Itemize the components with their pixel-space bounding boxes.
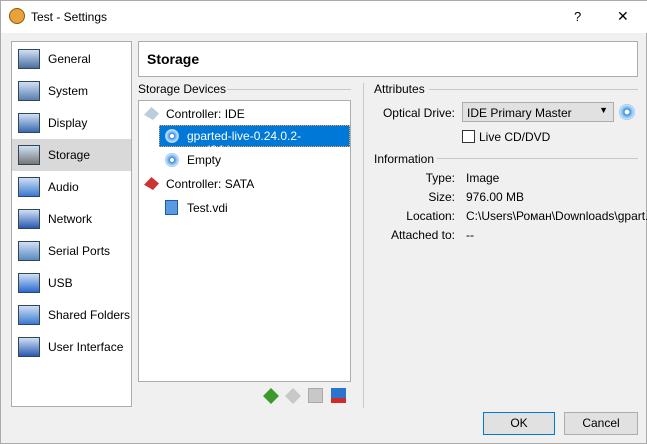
hard-disk-icon [165,200,178,215]
optical-drive-value: IDE Primary Master [467,106,572,120]
info-value: 976.00 MB [466,190,525,204]
optical-drive-label: Optical Drive: [382,106,455,120]
add-attachment-button[interactable] [263,388,279,404]
settings-sidebar: General System Display Storage Audio Network S… [11,41,132,407]
page-header: Storage [138,41,638,77]
sidebar-item-usb[interactable]: USB [12,267,131,299]
tree-item-label: Controller: SATA [166,177,255,191]
sidebar-item-audio[interactable]: Audio [12,171,131,203]
tree-item-label: Test.vdi [187,201,228,215]
sidebar-item-system[interactable]: System [12,75,131,107]
help-button[interactable]: ? [574,9,581,24]
info-key: Size: [428,190,455,204]
tree-item-label: Empty [187,153,222,167]
title-bar: Test - Settings ? ✕ [1,1,647,33]
info-value: Image [466,171,500,185]
controller-icon [144,177,159,190]
sidebar-item-label: Shared Folders [48,308,131,322]
sidebar-item-shared-folders[interactable]: Shared Folders [12,299,131,331]
storage-devices-label: Storage Devices [138,82,227,96]
storage-tree[interactable]: Controller: IDE gparted-live-0.24.0.2-amd… [138,100,351,382]
cancel-button[interactable]: Cancel [564,412,638,435]
sidebar-item-label: Network [48,212,93,226]
sidebar-item-label: Audio [48,180,79,194]
info-key: Type: [425,171,455,185]
controller-icon [144,107,159,120]
tree-item-label: Controller: IDE [166,107,245,121]
network-icon [18,209,40,229]
user-interface-icon [18,337,40,357]
general-icon [18,49,40,69]
attachment-item[interactable]: gparted-live-0.24.0.2-amd64.is... [139,125,350,157]
app-icon [9,8,25,24]
window-title: Test - Settings [31,10,108,24]
sidebar-item-general[interactable]: General [12,43,131,75]
controller-item[interactable]: Controller: IDE [139,103,350,125]
optical-disc-icon [165,129,179,143]
attachment-item[interactable]: Empty [139,149,350,171]
info-key: Location: [406,209,455,223]
sidebar-item-display[interactable]: Display [12,107,131,139]
serial-ports-icon [18,241,40,261]
optical-disc-icon [165,153,179,167]
info-value: C:\Users\Роман\Downloads\gpart... [466,209,647,223]
sidebar-item-label: Serial Ports [48,244,111,258]
chevron-down-icon: ▼ [599,105,608,115]
attachment-item[interactable]: Test.vdi [139,197,350,219]
sidebar-item-serial-ports[interactable]: Serial Ports [12,235,131,267]
sidebar-item-user-interface[interactable]: User Interface [12,331,131,363]
system-icon [18,81,40,101]
sidebar-item-label: General [48,52,91,66]
sidebar-item-label: USB [48,276,73,290]
sidebar-item-label: System [48,84,89,98]
remove-attachment-button[interactable] [285,388,301,404]
close-button[interactable]: ✕ [617,8,629,25]
add-disk-button[interactable] [308,388,323,403]
sidebar-item-storage[interactable]: Storage [12,139,131,171]
info-key: Attached to: [390,228,455,242]
audio-icon [18,177,40,197]
usb-icon [18,273,40,293]
remove-disk-button[interactable] [331,388,346,403]
information-label: Information [374,152,435,166]
page-title: Storage [147,51,200,67]
display-icon [18,113,40,133]
attributes-label: Attributes [374,82,425,96]
info-value: -- [466,228,474,242]
live-cd-label[interactable]: Live CD/DVD [479,130,550,144]
sidebar-item-network[interactable]: Network [12,203,131,235]
optical-drive-select[interactable]: IDE Primary Master ▼ [462,102,614,122]
sidebar-item-label: Storage [48,148,91,162]
sidebar-item-label: User Interface [48,340,124,354]
choose-disk-icon[interactable] [619,104,635,120]
shared-folders-icon [18,305,40,325]
ok-button[interactable]: OK [483,412,555,435]
storage-icon [18,145,40,165]
live-cd-checkbox[interactable] [462,130,475,143]
sidebar-item-label: Display [48,116,88,130]
controller-item[interactable]: Controller: SATA [139,173,350,195]
